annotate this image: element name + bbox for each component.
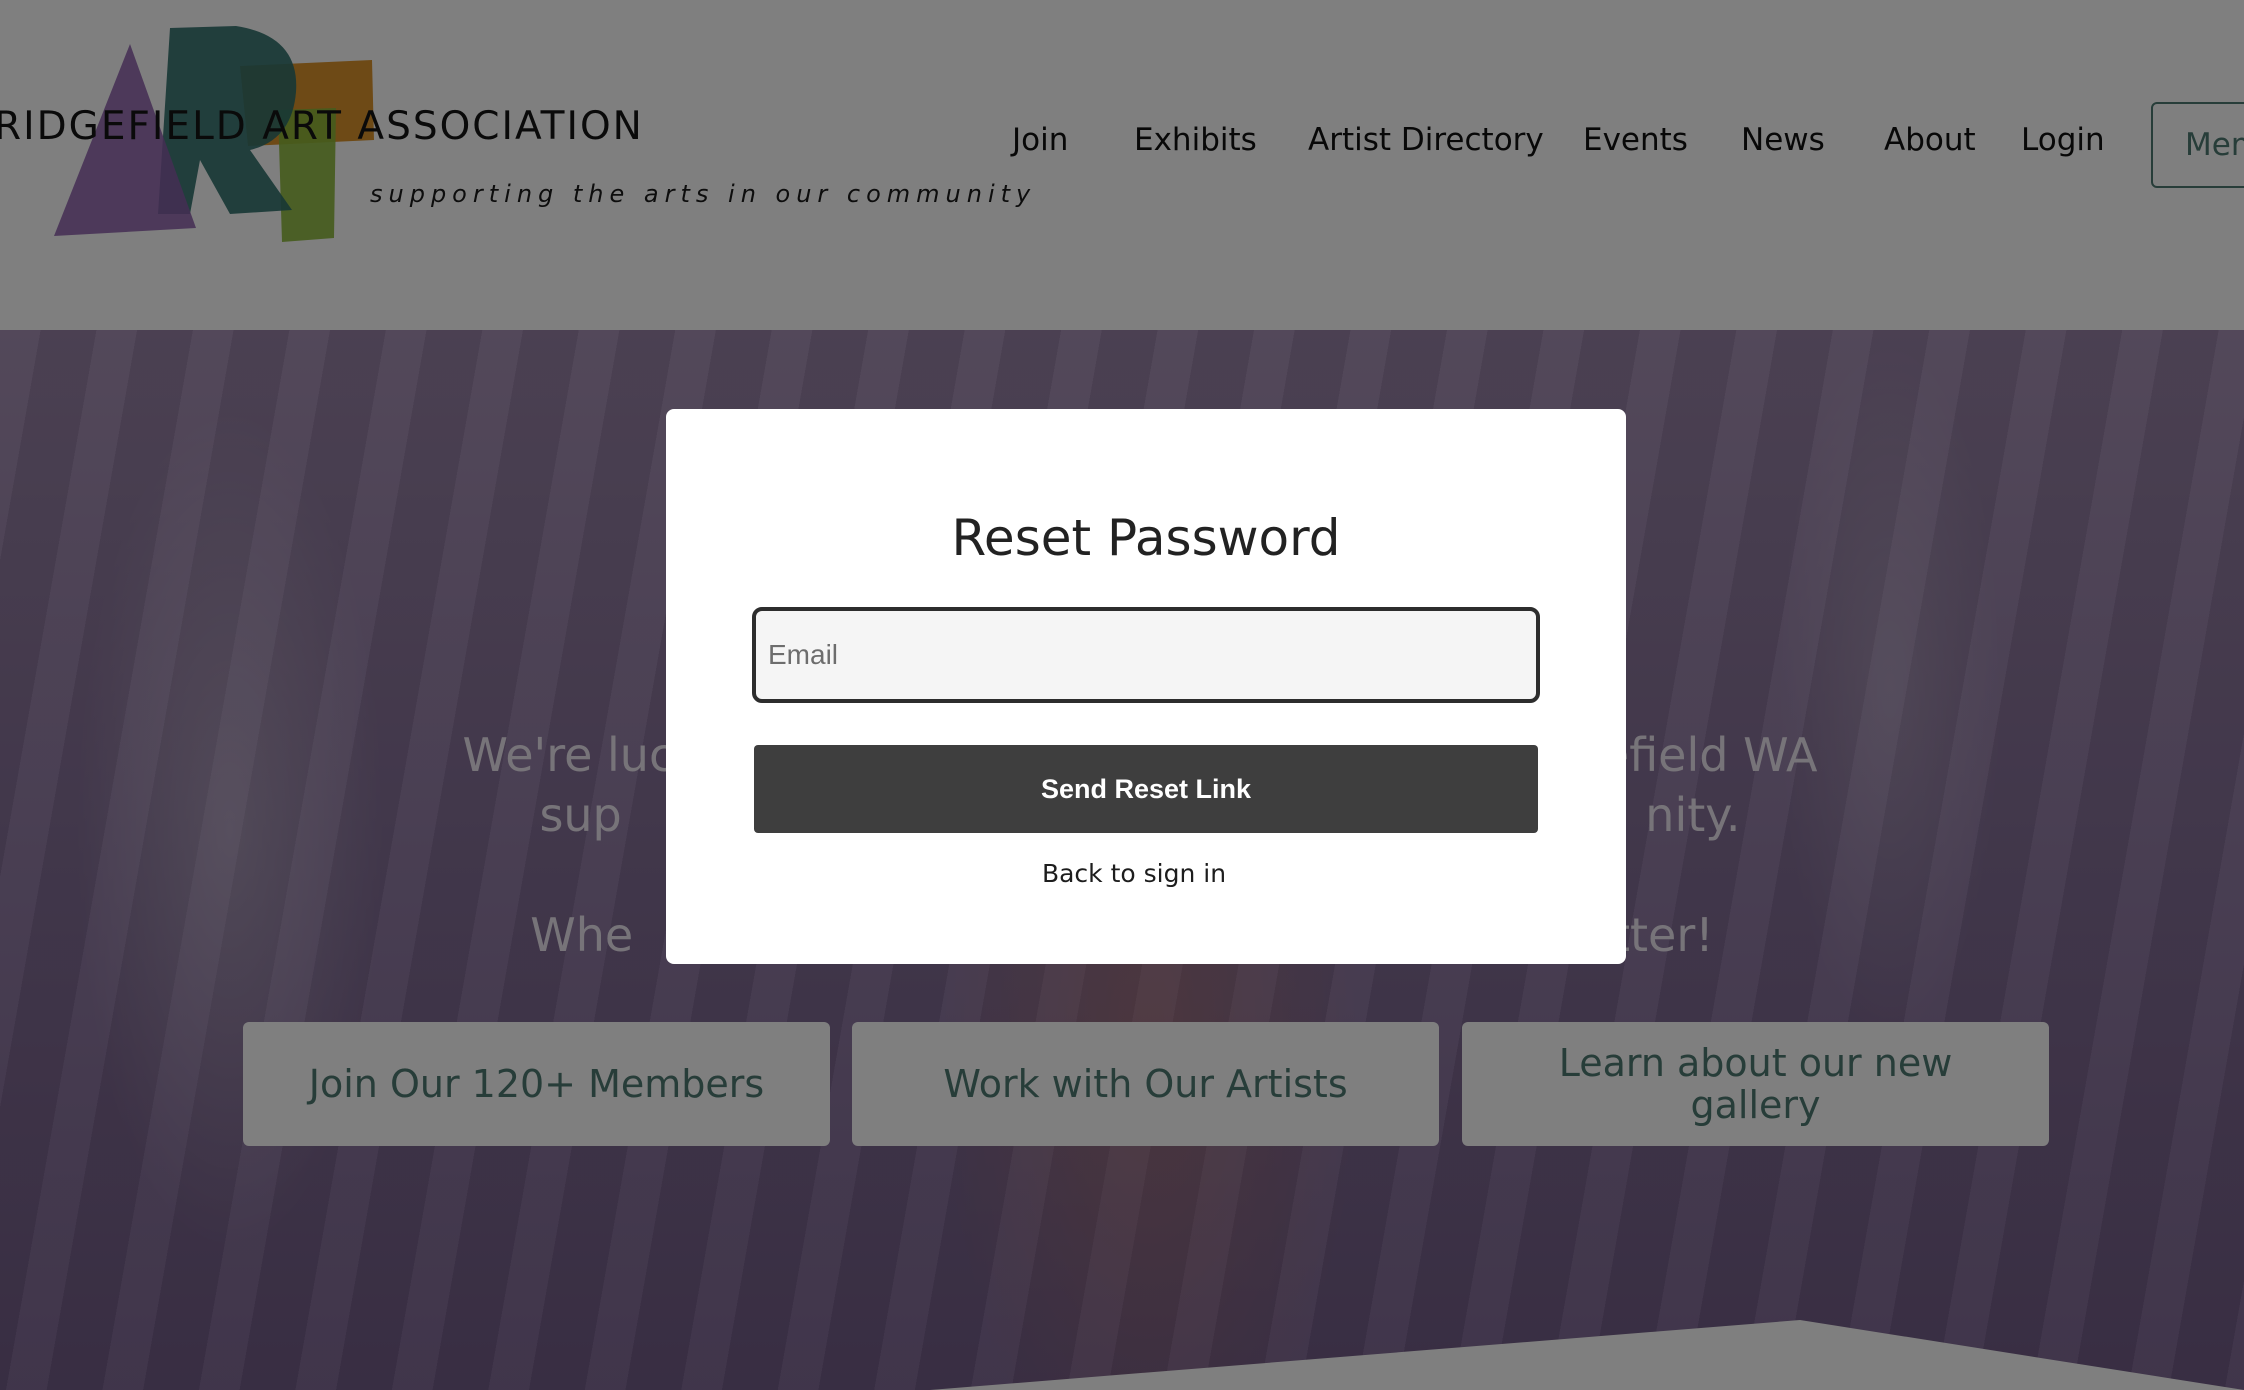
reset-password-dialog: Reset Password Send Reset Link Back to s… [666, 409, 1626, 964]
send-reset-link-button[interactable]: Send Reset Link [754, 745, 1538, 833]
dialog-title: Reset Password [951, 509, 1341, 567]
email-field[interactable] [752, 607, 1540, 703]
back-to-sign-in-link[interactable]: Back to sign in [666, 859, 1602, 888]
